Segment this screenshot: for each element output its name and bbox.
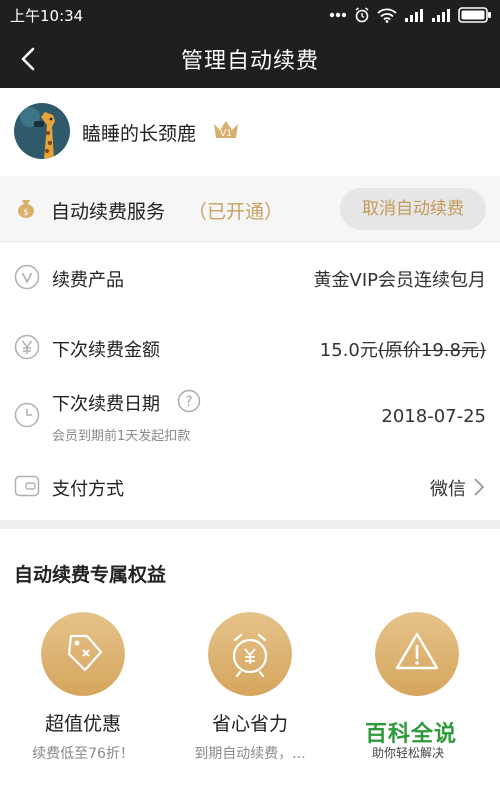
benefit-desc: 续费低至76折！	[32, 746, 134, 762]
status-icons	[329, 4, 492, 26]
yen-icon	[14, 334, 40, 360]
benefit-name: 超值优惠	[44, 713, 121, 735]
renew-date-label: 下次续费日期	[52, 394, 160, 415]
renew-product-row: 续费产品 黄金VIP会员连续包月	[0, 242, 500, 312]
signal-icon	[432, 9, 450, 22]
watermark: 百科全说 助你轻松解决	[348, 714, 498, 768]
benefits-title: 自动续费专属权益	[14, 564, 167, 586]
more-dots-icon	[329, 12, 347, 18]
original-price: (原价19.8元)	[377, 340, 486, 361]
payment-method-label: 支付方式	[52, 479, 124, 500]
renew-product-value: 黄金VIP会员连续包月	[313, 270, 486, 291]
signal-icon	[405, 9, 423, 22]
help-question-icon[interactable]: ?	[177, 389, 201, 413]
renew-date-value: 2018-07-25	[381, 406, 486, 427]
renew-date-row: 下次续费日期 ? 会员到期前1天发起扣款 2018-07-25	[0, 382, 500, 452]
payment-method-value: 微信	[430, 479, 466, 500]
vip-crown-icon: V1	[212, 118, 240, 142]
wifi-icon	[377, 8, 397, 23]
coin-bag-icon: $	[18, 200, 34, 218]
section-divider	[0, 520, 500, 529]
status-time: 上午10:34	[10, 7, 84, 25]
clock-icon	[14, 402, 40, 428]
vip-level-text: V1	[220, 129, 232, 139]
renew-product-label: 续费产品	[52, 270, 124, 291]
alarm-clock-yen-icon	[208, 612, 292, 696]
giraffe-avatar-image	[14, 103, 70, 159]
service-status: （已开通）	[188, 201, 284, 223]
warning-triangle-icon	[375, 612, 459, 696]
renew-amount-value: 15.0元	[319, 340, 378, 361]
status-bar: 上午10:34	[0, 0, 500, 30]
nav-bar: 管理自动续费	[0, 30, 500, 88]
benefit-name: 省心省力	[211, 713, 288, 735]
chevron-right-icon	[474, 478, 485, 496]
renew-amount-row: 下次续费金额 15.0元(原价19.8元)	[0, 312, 500, 382]
page-title: 管理自动续费	[180, 49, 319, 74]
wallet-icon	[14, 475, 40, 497]
renew-date-note: 会员到期前1天发起扣款	[52, 429, 191, 444]
discount-tag-icon	[41, 612, 125, 696]
watermark-sub: 助你轻松解决	[372, 746, 445, 760]
auto-renew-service-row: $ 自动续费服务 （已开通） 取消自动续费	[0, 176, 500, 242]
benefit-desc: 到期自动续费，...	[194, 746, 306, 762]
payment-method-row[interactable]: 支付方式 微信	[0, 452, 500, 520]
battery-icon	[458, 7, 491, 23]
cancel-auto-renew-button[interactable]: 取消自动续费	[340, 188, 486, 230]
renew-amount-label: 下次续费金额	[52, 340, 160, 361]
service-label: 自动续费服务	[51, 201, 166, 223]
svg-text:$: $	[23, 208, 29, 218]
vip-v-icon	[14, 264, 40, 290]
alarm-icon	[355, 7, 369, 23]
user-name: 瞌睡的长颈鹿	[82, 123, 197, 145]
svg-text:?: ?	[185, 394, 192, 410]
user-section: 瞌睡的长颈鹿 V1	[0, 88, 500, 176]
avatar[interactable]	[14, 103, 70, 159]
renew-amount-value-group: 15.0元(原价19.8元)	[320, 336, 486, 362]
